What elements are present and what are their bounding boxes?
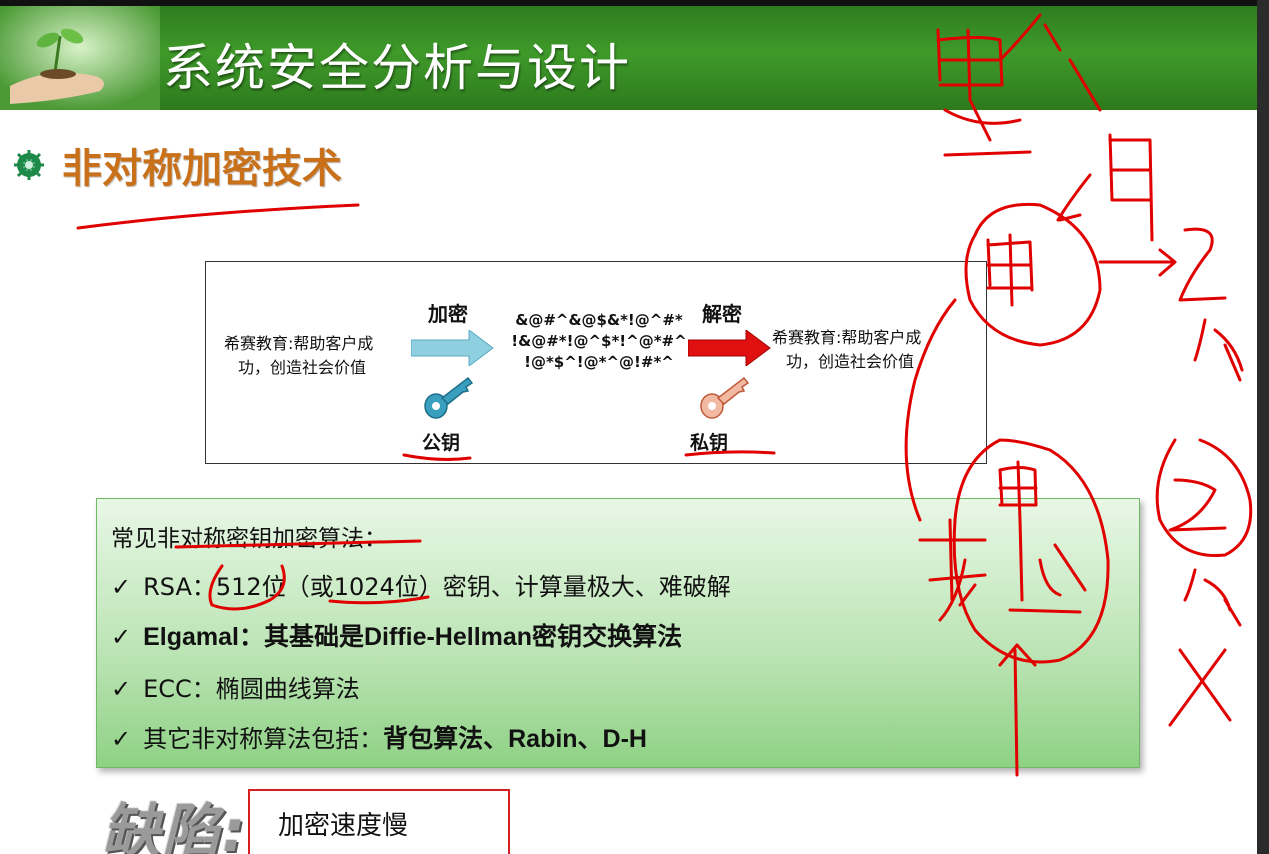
algorithm-ecc: ECC：椭圆曲线算法 xyxy=(143,675,360,703)
public-key-icon xyxy=(424,376,474,419)
list-item: ✓ RSA：512位（或1024位）密钥、计算量极大、难破解 xyxy=(111,567,731,602)
gear-bullet-icon xyxy=(14,150,44,180)
slide-header: 系统安全分析与设计 xyxy=(0,6,1257,110)
section-heading: 非对称加密技术 xyxy=(14,140,342,192)
algorithm-heading: 常见非对称密钥加密算法： xyxy=(111,526,387,552)
check-icon: ✓ xyxy=(111,573,132,601)
list-item: ✓ 其它非对称算法包括：背包算法、Rabin、D-H xyxy=(111,719,647,755)
private-key-label: 私钥 xyxy=(690,432,729,454)
cipher-line2: !&@#*!@^$*!^@*#^ xyxy=(511,332,687,350)
cipher-line1: &@#^&@$&*!@^#* xyxy=(515,311,683,329)
encrypt-label: 加密 xyxy=(428,302,468,326)
algorithm-others-list: 背包算法、Rabin、D-H xyxy=(383,725,647,753)
seedling-hand-logo-icon xyxy=(0,6,160,110)
slide-title: 系统安全分析与设计 xyxy=(163,39,631,97)
defect-text: 加密速度慢 xyxy=(278,810,409,841)
plaintext-line1: 希赛教育:帮助客户成 xyxy=(224,334,374,353)
private-key-icon xyxy=(700,376,750,419)
defect-box: 加密速度慢 xyxy=(248,789,510,854)
algorithm-others-prefix: 其它非对称算法包括： xyxy=(143,725,384,753)
algorithm-rsa: RSA：512位（或1024位）密钥、计算量极大、难破解 xyxy=(143,573,731,601)
list-item: ✓ ECC：椭圆曲线算法 xyxy=(111,669,360,704)
list-item: ✓ Elgamal：其基础是Diffie-Hellman密钥交换算法 xyxy=(111,617,682,653)
check-icon: ✓ xyxy=(111,675,132,703)
algorithm-list-box: 常见非对称密钥加密算法： ✓ RSA：512位（或1024位）密钥、计算量极大、难… xyxy=(96,498,1140,768)
encrypt-arrow-icon xyxy=(411,330,494,366)
encryption-diagram: 希赛教育:帮助客户成 功，创造社会价值 加密 &@#^&@$&*!@^#* !&… xyxy=(205,261,987,464)
decrypt-arrow-icon xyxy=(688,330,771,366)
check-icon: ✓ xyxy=(111,725,132,753)
algorithm-elgamal: Elgamal：其基础是Diffie-Hellman密钥交换算法 xyxy=(143,623,683,651)
result-line1: 希赛教育:帮助客户成 xyxy=(772,328,922,347)
decrypt-label: 解密 xyxy=(702,302,742,326)
window-right-edge xyxy=(1257,0,1269,854)
presentation-slide: 系统安全分析与设计 非对称加密技术 希赛教育:帮助客户成 功，创造社会价值 加密… xyxy=(0,6,1257,854)
public-key-label: 公钥 xyxy=(422,432,461,454)
defect-label: 缺陷: xyxy=(102,797,248,854)
ciphertext: &@#^&@$&*!@^#* !&@#*!@^$*!^@*#^ !@*$^!@*… xyxy=(499,310,699,373)
check-icon: ✓ xyxy=(111,623,132,651)
result-line2: 功，创造社会价值 xyxy=(786,352,915,371)
section-title: 非对称加密技术 xyxy=(62,146,342,192)
plaintext-line2: 功，创造社会价值 xyxy=(238,358,367,377)
cipher-line3: !@*$^!@*^@!#*^ xyxy=(524,353,674,371)
